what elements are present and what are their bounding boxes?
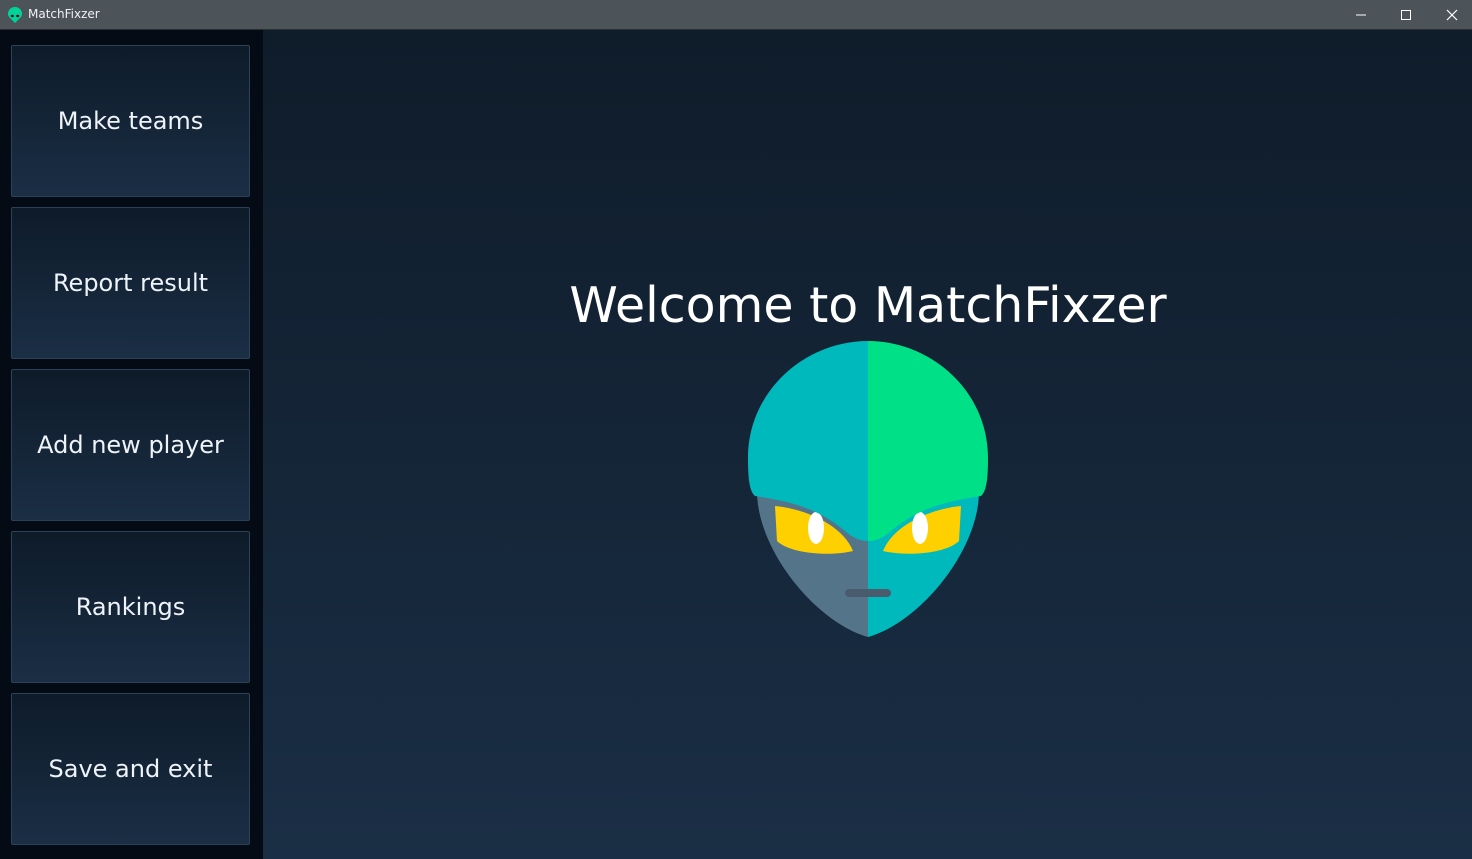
main-content: Welcome to MatchFixzer <box>263 30 1472 859</box>
rankings-button[interactable]: Rankings <box>11 531 250 683</box>
alien-head-icon <box>748 341 988 637</box>
save-and-exit-button[interactable]: Save and exit <box>11 693 250 845</box>
maximize-button[interactable] <box>1383 0 1429 29</box>
welcome-heading: Welcome to MatchFixzer <box>569 277 1167 334</box>
make-teams-button[interactable]: Make teams <box>11 45 250 197</box>
maximize-icon <box>1401 10 1411 20</box>
window-title: MatchFixzer <box>28 7 100 21</box>
close-button[interactable] <box>1429 0 1472 29</box>
sidebar: Make teams Report result Add new player … <box>0 30 263 859</box>
add-new-player-button[interactable]: Add new player <box>11 369 250 521</box>
close-icon <box>1446 9 1458 21</box>
title-bar: MatchFixzer <box>0 0 1472 30</box>
alien-app-icon <box>8 7 22 23</box>
minimize-icon <box>1356 14 1366 16</box>
minimize-button[interactable] <box>1338 0 1384 29</box>
report-result-button[interactable]: Report result <box>11 207 250 359</box>
app-window: MatchFixzer Make teams Report result Add… <box>0 0 1472 859</box>
